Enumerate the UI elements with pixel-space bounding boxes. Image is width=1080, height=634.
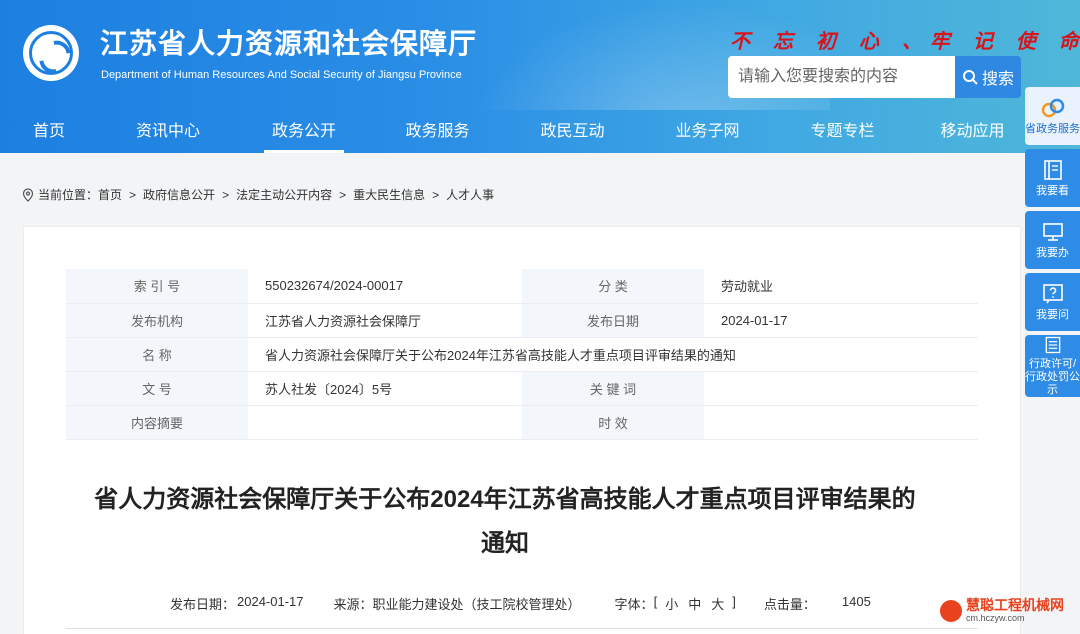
search-icon <box>962 70 978 85</box>
nav-topics[interactable]: 专题专栏 <box>775 112 910 153</box>
article-info: 发布日期： 2024-01-17 来源： 职业能力建设处（技工院校管理处） 字体… <box>170 594 871 613</box>
font-medium-button[interactable]: 中 <box>688 594 701 613</box>
abstract-value <box>248 405 522 440</box>
clicks-label: 点击量： <box>763 597 816 612</box>
search-button-label: 搜索 <box>981 71 1014 88</box>
breadcrumb-sep: > <box>432 187 440 202</box>
divider <box>66 628 978 629</box>
table-row: 文 号 苏人社发〔2024〕5号 关 键 词 <box>66 371 978 406</box>
table-row: 内容摘要 时 效 <box>66 405 978 440</box>
date-value: 2024-01-17 <box>237 594 304 609</box>
keyword-value <box>704 371 978 406</box>
pubdate-label: 发布日期 <box>522 303 704 338</box>
side-do-button[interactable]: 我要办 <box>1025 211 1080 269</box>
docno-value: 苏人社发〔2024〕5号 <box>248 371 522 406</box>
metadata-table: 索 引 号 550232674/2024-00017 分 类 劳动就业 发布机构… <box>66 269 978 440</box>
font-small-button[interactable]: 小 <box>665 594 678 613</box>
article-title: 省人力资源社会保障厅关于公布2024年江苏省高技能人才重点项目评审结果的 通知 <box>66 478 944 566</box>
site-title[interactable]: 江苏省人力资源和社会保障厅 <box>100 22 477 62</box>
location-pin-icon <box>22 187 34 202</box>
nav-news[interactable]: 资讯中心 <box>98 112 238 153</box>
side-toolbar: 省政务服务 我要看 我要办 我要问 行政许可/行政处罚公示 <box>1025 87 1080 401</box>
nav-interaction[interactable]: 政民互动 <box>505 112 640 153</box>
font-label: 字体： <box>614 597 654 612</box>
breadcrumb-livelihood[interactable]: 重大民生信息 <box>353 186 425 203</box>
table-row: 索 引 号 550232674/2024-00017 分 类 劳动就业 <box>66 269 978 304</box>
nav-gov-open[interactable]: 政务公开 <box>264 112 344 153</box>
article-title-line1: 省人力资源社会保障厅关于公布2024年江苏省高技能人才重点项目评审结果的 <box>94 486 916 513</box>
search-bar: 搜索 <box>728 56 1021 98</box>
category-value: 劳动就业 <box>704 269 978 304</box>
date-label: 发布日期： <box>170 597 236 612</box>
breadcrumb: 当前位置： 首页 > 政府信息公开 > 法定主动公开内容 > 重大民生信息 > … <box>22 186 494 203</box>
breadcrumb-home[interactable]: 首页 <box>98 186 122 203</box>
question-icon <box>1042 284 1063 304</box>
search-input[interactable] <box>728 56 955 98</box>
breadcrumb-sep: > <box>129 187 137 202</box>
main-nav: 首页 资讯中心 政务公开 政务服务 政民互动 业务子网 专题专栏 移动应用 <box>0 112 1080 153</box>
docno-label: 文 号 <box>66 371 248 406</box>
breadcrumb-prefix: 当前位置： <box>38 188 99 202</box>
keyword-label: 关 键 词 <box>522 371 704 406</box>
gov-service-logo-icon <box>1041 98 1064 118</box>
list-icon <box>1045 336 1060 354</box>
pubdate-value: 2024-01-17 <box>704 303 978 338</box>
font-bracket-open: [ <box>653 594 658 609</box>
breadcrumb-sep: > <box>222 187 230 202</box>
side-gov-service-button[interactable]: 省政务服务 <box>1025 87 1080 145</box>
index-value: 550232674/2024-00017 <box>248 269 522 304</box>
nav-gov-service[interactable]: 政务服务 <box>370 112 505 153</box>
site-subtitle: Department of Human Resources And Social… <box>101 69 462 81</box>
publisher-label: 发布机构 <box>66 303 248 338</box>
monitor-icon <box>1042 223 1063 241</box>
abstract-label: 内容摘要 <box>66 405 248 440</box>
nav-home[interactable]: 首页 <box>0 112 98 153</box>
nav-subnet[interactable]: 业务子网 <box>640 112 775 153</box>
breadcrumb-talent[interactable]: 人才人事 <box>446 186 494 203</box>
font-bracket-close: ] <box>732 594 736 609</box>
name-value: 省人力资源社会保障厅关于公布2024年江苏省高技能人才重点项目评审结果的通知 <box>248 337 978 372</box>
breadcrumb-gov-info[interactable]: 政府信息公开 <box>143 186 215 203</box>
validity-value <box>704 405 978 440</box>
article-title-line2: 通知 <box>481 530 529 557</box>
category-label: 分 类 <box>522 269 704 304</box>
watermark-logo-icon <box>940 599 962 622</box>
watermark-url: cm.hczyw.com <box>966 613 1025 623</box>
search-button[interactable]: 搜索 <box>955 56 1021 98</box>
side-notice-button[interactable]: 行政许可/行政处罚公示 <box>1025 335 1080 397</box>
index-label: 索 引 号 <box>66 269 248 304</box>
watermark-name: 慧聪工程机械网 <box>966 597 1064 613</box>
publisher-value: 江苏省人力资源社会保障厅 <box>248 303 522 338</box>
source-value: 职业能力建设处（技工院校管理处） <box>372 597 581 612</box>
site-header: 江苏省人力资源和社会保障厅 Department of Human Resour… <box>0 0 1080 153</box>
table-row: 发布机构 江苏省人力资源社会保障厅 发布日期 2024-01-17 <box>66 303 978 338</box>
font-large-button[interactable]: 大 <box>711 594 724 613</box>
site-logo-icon[interactable] <box>23 25 79 81</box>
table-row: 名 称 省人力资源社会保障厅关于公布2024年江苏省高技能人才重点项目评审结果的… <box>66 337 978 372</box>
nav-mobile[interactable]: 移动应用 <box>905 112 1040 153</box>
book-icon <box>1043 160 1062 180</box>
slogan: 不 忘 初 心 、牢 记 使 命 <box>730 29 1080 53</box>
breadcrumb-sep: > <box>339 187 347 202</box>
side-read-button[interactable]: 我要看 <box>1025 149 1080 207</box>
validity-label: 时 效 <box>522 405 704 440</box>
watermark: 慧聪工程机械网 cm.hczyw.com <box>940 598 1064 623</box>
breadcrumb-legal[interactable]: 法定主动公开内容 <box>236 186 332 203</box>
side-ask-button[interactable]: 我要问 <box>1025 273 1080 331</box>
name-label: 名 称 <box>66 337 248 372</box>
source-label: 来源： <box>333 597 373 612</box>
clicks-value: 1405 <box>841 594 871 609</box>
